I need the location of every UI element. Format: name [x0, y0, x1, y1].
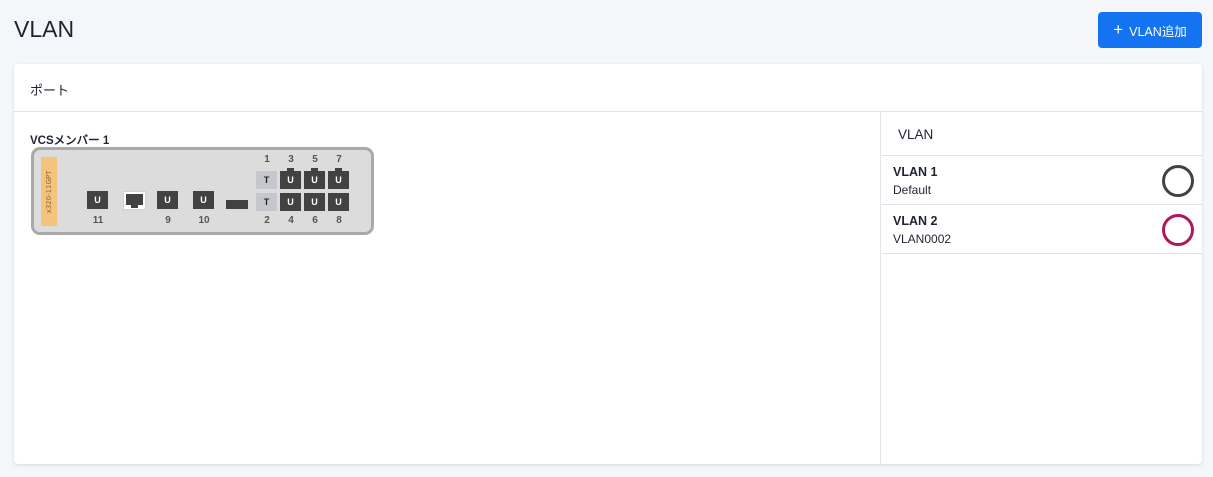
port-number: 4: [288, 215, 294, 226]
port-4[interactable]: U: [280, 193, 301, 211]
vlan-panel-title: VLAN: [882, 112, 1202, 156]
port-2[interactable]: T: [256, 193, 277, 211]
port-9[interactable]: U: [157, 191, 178, 209]
add-vlan-label: VLAN追加: [1129, 24, 1187, 39]
port-card: ポート VCSメンバー 1 x320-11GPT U 11 U 9 U 10 1…: [14, 64, 1202, 464]
port-number: 2: [264, 215, 270, 226]
sfp-port[interactable]: [123, 191, 146, 210]
port-1[interactable]: T: [256, 171, 277, 189]
vlan-description: VLAN0002: [893, 232, 952, 246]
port-number: 11: [92, 215, 104, 226]
port-11[interactable]: U: [87, 191, 108, 209]
vlan-description: Default: [893, 183, 932, 197]
usb-slot: [226, 200, 248, 209]
port-5[interactable]: U: [304, 168, 325, 189]
page-title: VLAN: [14, 16, 75, 42]
vlan-color-ring-icon[interactable]: [1162, 214, 1194, 246]
member-title: VCSメンバー 1: [30, 135, 110, 147]
port-number: 3: [288, 154, 294, 165]
port-8[interactable]: U: [328, 193, 349, 211]
switch-faceplate: x320-11GPT U 11 U 9 U 10 1 T T 2 3 U U 4…: [31, 147, 374, 235]
vlan-panel: VLAN VLAN 1 Default VLAN 2 VLAN0002: [882, 112, 1202, 464]
port-number: 9: [165, 215, 171, 226]
port-number: 7: [336, 154, 342, 165]
model-label-strip: x320-11GPT: [41, 157, 57, 226]
port-number: 6: [312, 215, 318, 226]
model-label: x320-11GPT: [45, 170, 53, 213]
port-3[interactable]: U: [280, 168, 301, 189]
port-7[interactable]: U: [328, 168, 349, 189]
add-vlan-button[interactable]: + VLAN追加: [1098, 12, 1202, 48]
vlan-name: VLAN 1: [893, 165, 938, 179]
port-10[interactable]: U: [193, 191, 214, 209]
port-number: 8: [336, 215, 342, 226]
switch-pane: VCSメンバー 1 x320-11GPT U 11 U 9 U 10 1 T T…: [14, 112, 881, 464]
plus-icon: +: [1113, 19, 1124, 39]
vlan-name: VLAN 2: [893, 214, 938, 228]
vlan-list-item[interactable]: VLAN 2 VLAN0002: [882, 205, 1202, 254]
port-number: 5: [312, 154, 318, 165]
vlan-color-ring-icon[interactable]: [1162, 165, 1194, 197]
card-header: ポート: [14, 64, 1202, 112]
vlan-list-item[interactable]: VLAN 1 Default: [882, 156, 1202, 205]
port-number: 10: [198, 215, 210, 226]
port-number: 1: [264, 154, 270, 165]
port-6[interactable]: U: [304, 193, 325, 211]
